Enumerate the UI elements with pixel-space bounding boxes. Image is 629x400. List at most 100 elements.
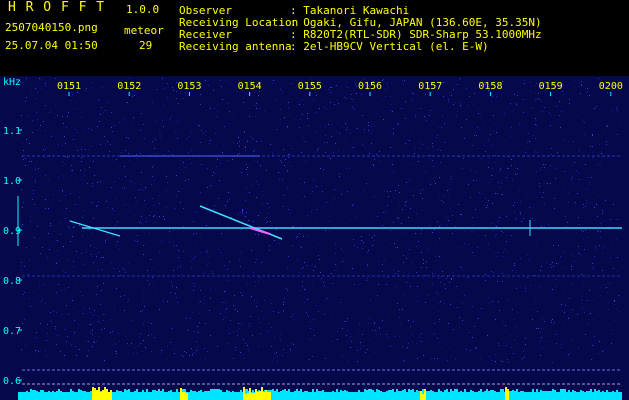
noise-pixel <box>413 164 414 165</box>
noise-pixel <box>492 175 493 176</box>
noise-pixel <box>74 334 75 335</box>
noise-pixel <box>382 264 383 265</box>
power-spike <box>304 391 306 396</box>
noise-pixel <box>596 106 597 107</box>
noise-pixel <box>435 183 436 184</box>
noise-pixel <box>218 249 219 250</box>
noise-pixel <box>159 195 160 196</box>
noise-pixel <box>370 268 371 269</box>
time-tick-label: 0200 <box>599 81 623 92</box>
noise-pixel <box>238 215 239 216</box>
noise-pixel <box>312 191 313 192</box>
noise-pixel <box>170 292 171 293</box>
noise-pixel <box>178 191 179 192</box>
power-peak <box>267 392 269 400</box>
noise-pixel <box>391 201 392 202</box>
noise-pixel <box>55 328 56 329</box>
noise-pixel <box>577 314 578 315</box>
power-spike <box>408 389 410 396</box>
noise-pixel <box>283 302 284 303</box>
noise-pixel <box>209 143 210 144</box>
noise-pixel <box>24 319 25 320</box>
power-spike <box>314 393 316 396</box>
power-spike <box>494 391 496 396</box>
noise-pixel <box>319 108 320 109</box>
noise-pixel <box>237 331 238 332</box>
noise-pixel <box>438 127 439 128</box>
noise-pixel <box>465 320 466 321</box>
noise-pixel <box>532 218 533 219</box>
noise-pixel <box>564 297 565 298</box>
noise-pixel <box>399 336 400 337</box>
noise-pixel <box>118 119 119 120</box>
noise-pixel <box>113 268 114 269</box>
noise-pixel <box>411 100 412 101</box>
noise-pixel <box>247 283 248 284</box>
power-spike <box>436 393 438 396</box>
noise-pixel <box>530 82 531 83</box>
noise-pixel <box>175 208 176 209</box>
noise-pixel <box>302 286 303 287</box>
noise-pixel <box>39 238 40 239</box>
noise-pixel <box>322 161 323 162</box>
noise-pixel <box>125 272 126 273</box>
noise-pixel <box>262 195 263 196</box>
noise-pixel <box>159 251 160 252</box>
noise-pixel <box>119 248 120 249</box>
power-spike <box>334 392 336 396</box>
noise-pixel <box>386 334 387 335</box>
noise-pixel <box>460 105 461 106</box>
noise-pixel <box>502 361 503 362</box>
noise-pixel <box>524 80 525 81</box>
noise-pixel <box>35 180 36 181</box>
power-spike <box>612 391 614 396</box>
noise-pixel <box>448 312 449 313</box>
noise-pixel <box>228 192 229 193</box>
noise-pixel <box>259 322 260 323</box>
noise-pixel <box>460 350 461 351</box>
noise-pixel <box>276 352 277 353</box>
noise-pixel <box>446 224 447 225</box>
noise-pixel <box>163 171 164 172</box>
power-spike <box>280 391 282 396</box>
noise-pixel <box>208 105 209 106</box>
noise-pixel <box>166 189 167 190</box>
power-spike <box>136 389 138 396</box>
noise-pixel <box>416 246 417 247</box>
noise-pixel <box>186 317 187 318</box>
noise-pixel <box>249 323 250 324</box>
noise-pixel <box>167 207 168 208</box>
noise-pixel <box>571 269 572 270</box>
noise-pixel <box>325 152 326 153</box>
noise-pixel <box>425 302 426 303</box>
noise-pixel <box>58 177 59 178</box>
noise-pixel <box>514 206 515 207</box>
noise-pixel <box>617 176 618 177</box>
noise-pixel <box>310 321 311 322</box>
noise-pixel <box>73 227 74 228</box>
noise-pixel <box>175 131 176 132</box>
noise-pixel <box>248 220 249 221</box>
noise-pixel <box>143 298 144 299</box>
noise-pixel <box>93 262 94 263</box>
noise-pixel <box>215 173 216 174</box>
noise-pixel <box>52 271 53 272</box>
noise-pixel <box>22 224 23 225</box>
noise-pixel <box>572 253 573 254</box>
noise-pixel <box>251 250 252 251</box>
noise-pixel <box>66 127 67 128</box>
power-peak <box>249 388 251 400</box>
power-spike <box>534 393 536 396</box>
noise-pixel <box>132 320 133 321</box>
noise-pixel <box>239 153 240 154</box>
noise-pixel <box>344 321 345 322</box>
noise-pixel <box>462 320 463 321</box>
noise-pixel <box>51 323 52 324</box>
noise-pixel <box>452 215 453 216</box>
power-spike <box>548 391 550 396</box>
noise-pixel <box>205 135 206 136</box>
noise-pixel <box>244 132 245 133</box>
noise-pixel <box>62 161 63 162</box>
noise-pixel <box>81 253 82 254</box>
noise-pixel <box>271 346 272 347</box>
